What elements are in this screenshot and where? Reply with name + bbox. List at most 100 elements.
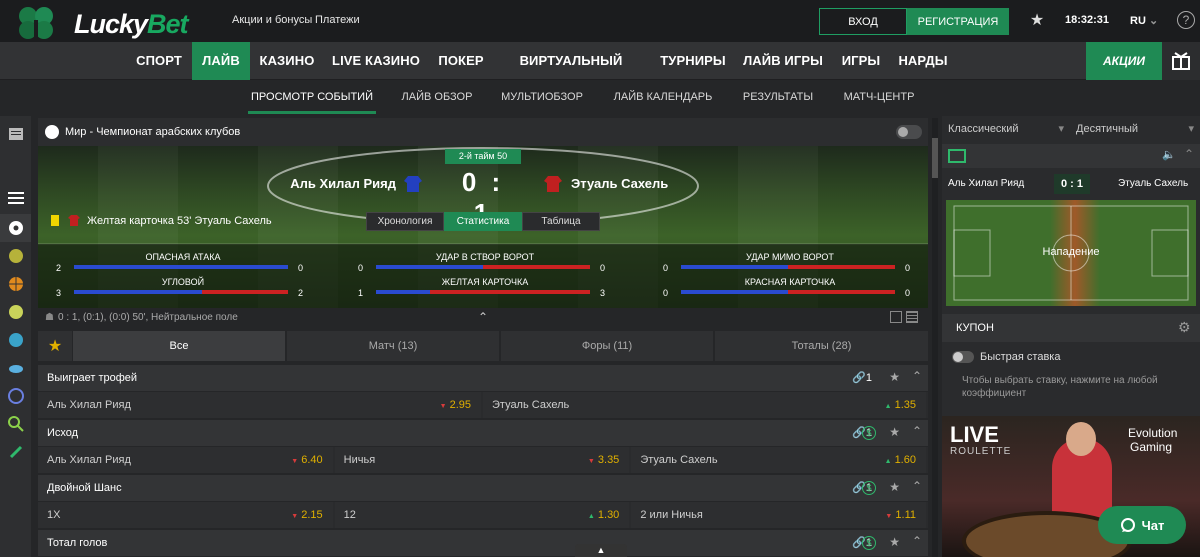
stat-bar — [376, 265, 590, 269]
favorite-star-icon[interactable]: ★ — [889, 425, 900, 439]
volleyball-icon[interactable] — [0, 298, 31, 326]
collapse-market-icon[interactable]: ⌃ — [912, 424, 922, 438]
list-view-icon[interactable] — [906, 311, 918, 323]
tab-table[interactable]: Таблица — [522, 212, 600, 231]
visualization-toggle[interactable] — [896, 125, 922, 139]
market-header[interactable]: Исход 🔗1 $ ★ ⌃ — [38, 420, 928, 446]
subnav-events[interactable]: ПРОСМОТР СОБЫТИЙ — [248, 80, 376, 114]
market-selections-row: Аль Хилал Рияд ▼ 2.95 Этуаль Сахель ▲ 1.35 — [38, 392, 928, 418]
stat-home-value: 3 — [56, 288, 62, 298]
stat-bar — [74, 290, 288, 294]
grid-view-icon[interactable] — [890, 311, 902, 323]
collapse-market-icon[interactable]: ⌃ — [912, 369, 922, 383]
register-button[interactable]: РЕГИСТРАЦИЯ — [907, 8, 1009, 35]
cashout-icon: $ — [862, 536, 876, 550]
nav-live-games[interactable]: ЛАЙВ ИГРЫ — [740, 42, 826, 80]
cricket-icon[interactable] — [0, 438, 31, 466]
stat-bar — [74, 265, 288, 269]
selection-name: Аль Хилал Рияд — [47, 454, 131, 466]
scrollbar[interactable] — [932, 118, 938, 557]
favorite-star-icon[interactable]: ★ — [889, 480, 900, 494]
collapse-market-icon[interactable]: ⌃ — [912, 479, 922, 493]
stat-label: УДАР МИМО ВОРОТ — [746, 252, 834, 262]
nav-backgammon[interactable]: НАРДЫ — [894, 42, 952, 80]
tracker-toolbar: 🔈 ⌃ — [942, 144, 1200, 168]
subnav-live-overview[interactable]: ЛАЙВ ОБЗОР — [394, 80, 480, 114]
selection-button[interactable]: 1X ▼ 2.15 — [38, 502, 333, 528]
selection-button[interactable]: Этуаль Сахель ▲ 1.35 — [483, 392, 926, 418]
market-header[interactable]: Выиграет трофей 🔗1 ★ ⌃ — [38, 365, 928, 391]
login-button[interactable]: ВХОД — [819, 8, 907, 35]
nav-sport[interactable]: СПОРТ — [128, 42, 190, 80]
list-icon[interactable] — [0, 120, 31, 148]
status-line: ☗ 0 : 1, (0:1), (0:0) 50', Нейтральное п… — [38, 308, 928, 328]
logo[interactable]: LuckyBet — [4, 4, 214, 40]
subnav-results[interactable]: РЕЗУЛЬТАТЫ — [736, 80, 820, 114]
handball-icon[interactable] — [0, 326, 31, 354]
main-nav: СПОРТ ЛАЙВ КАЗИНО LIVE КАЗИНО ПОКЕР ВИРТ… — [0, 42, 1200, 106]
collapse-market-icon[interactable]: ⌃ — [912, 534, 922, 548]
selection-button[interactable]: Этуаль Сахель ▲ 1.60 — [631, 447, 926, 473]
nav-virtual-sport[interactable]: ВИРТУАЛЬНЫЙ СПОРТ — [496, 42, 646, 106]
menu-icon[interactable] — [0, 184, 31, 212]
promo-button[interactable]: АКЦИИ — [1086, 42, 1162, 80]
collapse-icon[interactable]: ⌃ — [478, 310, 488, 324]
subnav-live-calendar[interactable]: ЛАЙВ КАЛЕНДАРЬ — [604, 80, 722, 114]
settings-gear-icon[interactable]: ⚙ — [1178, 319, 1191, 336]
sound-icon[interactable]: 🔈 — [1162, 148, 1176, 161]
selection-button[interactable]: Аль Хилал Рияд ▼ 6.40 — [38, 447, 333, 473]
stat-home-value: 0 — [663, 288, 669, 298]
chat-bubble-icon — [1120, 518, 1135, 532]
esports-icon[interactable] — [0, 382, 31, 410]
favorite-star-icon[interactable]: ★ — [889, 370, 900, 384]
quick-bet-toggle[interactable] — [952, 351, 974, 363]
favorite-star-icon[interactable]: ★ — [889, 535, 900, 549]
nav-tournaments[interactable]: ТУРНИРЫ — [656, 42, 730, 80]
hockey-icon[interactable] — [0, 354, 31, 382]
tab-match[interactable]: Матч (13) — [287, 331, 499, 361]
selection-button[interactable]: 12 ▲ 1.30 — [334, 502, 630, 528]
tennis-icon[interactable] — [0, 242, 31, 270]
odds-format-select[interactable]: Десятичный ▾ — [1070, 118, 1200, 140]
selection-button[interactable]: Аль Хилал Рияд ▼ 2.95 — [38, 392, 481, 418]
stat-away-value: 2 — [298, 288, 304, 298]
payments-link[interactable]: Платежи — [315, 14, 360, 26]
home-team-name: Аль Хилал Рияд — [290, 176, 396, 191]
market-header[interactable]: Двойной Шанс 🔗1 $ ★ ⌃ — [38, 475, 928, 501]
basketball-icon[interactable] — [0, 270, 31, 298]
help-icon[interactable]: ? — [1177, 11, 1195, 29]
favorites-star-icon[interactable]: ★ — [1028, 12, 1046, 30]
football-icon — [45, 125, 59, 139]
stat-away-value: 0 — [298, 263, 304, 273]
format-select[interactable]: Классический ▾ — [942, 118, 1070, 140]
selection-button[interactable]: 2 или Ничья ▼ 1.11 — [631, 502, 926, 528]
dealer-head — [1066, 422, 1096, 456]
tab-statistics[interactable]: Статистика — [444, 212, 522, 231]
nav-live[interactable]: ЛАЙВ — [192, 42, 250, 80]
nav-live-casino[interactable]: LIVE КАЗИНО — [328, 42, 424, 80]
selection-button[interactable]: Ничья ▼ 3.35 — [334, 447, 630, 473]
mini-field: Нападение — [946, 200, 1196, 306]
nav-poker[interactable]: ПОКЕР — [432, 42, 490, 80]
tab-all[interactable]: Все — [73, 331, 285, 361]
nav-casino[interactable]: КАЗИНО — [254, 42, 320, 80]
subnav-multiview[interactable]: МУЛЬТИОБЗОР — [494, 80, 590, 114]
badminton-icon[interactable] — [0, 410, 31, 438]
scroll-up-button[interactable]: ▲ — [575, 544, 627, 557]
pitch-icon[interactable] — [948, 149, 966, 163]
language-selector[interactable]: RU ⌄ — [1130, 14, 1158, 27]
tab-totals[interactable]: Тоталы (28) — [715, 331, 928, 361]
promotions-link[interactable]: Акции и бонусы — [232, 14, 312, 26]
gift-icon[interactable] — [1162, 42, 1200, 80]
brand-name: LuckyBet — [74, 9, 189, 39]
selection-name: Этуаль Сахель — [492, 399, 570, 411]
nav-games[interactable]: ИГРЫ — [836, 42, 886, 80]
tab-timeline[interactable]: Хронология — [366, 212, 444, 231]
market-header[interactable]: Тотал голов 🔗1 $ ★ ⌃ — [38, 530, 928, 556]
chat-button[interactable]: Чат — [1098, 506, 1186, 544]
collapse-tracker-icon[interactable]: ⌃ — [1184, 147, 1194, 161]
subnav-match-center[interactable]: МАТЧ-ЦЕНТР — [834, 80, 924, 114]
football-icon[interactable] — [0, 214, 31, 242]
tab-handicaps[interactable]: Форы (11) — [501, 331, 713, 361]
favorite-markets-star-icon[interactable]: ★ — [38, 331, 72, 361]
